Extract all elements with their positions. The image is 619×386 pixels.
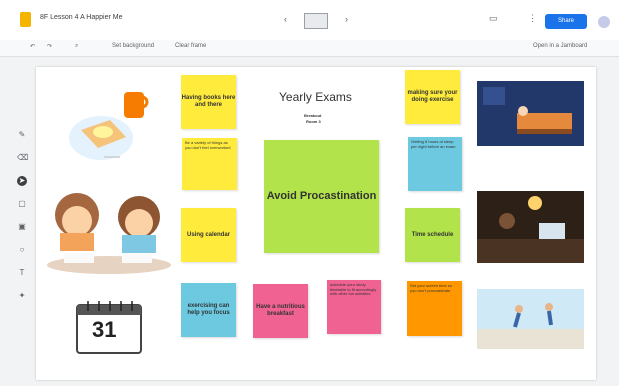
sticky-note-icon[interactable]: ▢ xyxy=(17,199,27,209)
note-time-schedule[interactable]: Time schedule xyxy=(405,208,460,262)
laser-icon[interactable]: ✦ xyxy=(17,291,27,301)
eraser-icon[interactable]: ⌫ xyxy=(17,153,28,163)
previous-frame-icon[interactable]: ‹ xyxy=(284,14,287,24)
board-canvas[interactable]: Yearly Exams Breakout Room 3 31 Having b… xyxy=(36,67,596,380)
note-schedule-study[interactable]: schedule your study timetable to fit acc… xyxy=(327,280,381,334)
select-icon[interactable]: ➤ xyxy=(17,176,27,186)
studying-night-image[interactable] xyxy=(477,191,584,263)
open-jamboard-link[interactable]: Open in a Jamboard xyxy=(533,43,587,49)
note-avoid-procastination[interactable]: Avoid Procastination xyxy=(264,140,379,253)
running-image[interactable] xyxy=(477,289,584,349)
zoom-icon[interactable]: ⌕ xyxy=(75,43,78,50)
board-subtitle-line1: Breakout xyxy=(304,113,322,118)
sleeping-image[interactable] xyxy=(477,81,584,146)
title-bar: 8F Lesson 4 A Happier Me ‹ › ▭ ⋮ Share xyxy=(0,0,619,40)
board-title: Yearly Exams xyxy=(279,90,352,104)
text-box-icon[interactable]: T xyxy=(17,268,27,278)
avatar[interactable] xyxy=(598,16,610,28)
share-button[interactable]: Share xyxy=(545,14,587,29)
jamboard-logo-icon xyxy=(20,12,31,27)
next-frame-icon[interactable]: › xyxy=(345,14,348,24)
calendar-image[interactable]: 31 xyxy=(74,301,144,357)
toolbar: ↶ ↷ ⌕ Set background Clear frame Open in… xyxy=(0,40,619,57)
board-subtitle-line2: Room 3 xyxy=(306,119,321,124)
document-title[interactable]: 8F Lesson 4 A Happier Me xyxy=(40,14,123,21)
note-exercising[interactable]: exercising can help you focus xyxy=(181,283,236,337)
breakfast-image[interactable] xyxy=(56,86,151,166)
note-making-sure[interactable]: making sure your doing exercise xyxy=(405,70,460,124)
pen-icon[interactable]: ✎ xyxy=(17,130,27,140)
clear-frame-button[interactable]: Clear frame xyxy=(175,43,206,49)
set-background-button[interactable]: Set background xyxy=(112,43,154,49)
note-having-books[interactable]: Having books here and there xyxy=(181,75,236,129)
kids-studying-image[interactable] xyxy=(44,185,174,278)
note-nutritious-breakfast[interactable]: Have a nutritious breakfast xyxy=(253,284,308,338)
circle-icon[interactable]: ○ xyxy=(17,245,27,255)
note-set-alarm[interactable]: Set your screen time so you don't procra… xyxy=(407,281,462,336)
redo-icon[interactable]: ↷ xyxy=(47,43,52,50)
present-icon[interactable]: ▭ xyxy=(489,13,498,24)
calendar-number: 31 xyxy=(92,317,117,342)
side-toolbar: ✎ ⌫ ➤ ▢ ▣ ○ T ✦ xyxy=(17,130,31,314)
undo-icon[interactable]: ↶ xyxy=(30,43,35,50)
note-using-calendar[interactable]: Using calendar xyxy=(181,208,236,262)
frame-thumbnail[interactable] xyxy=(304,13,328,29)
note-getting-sleep[interactable]: Getting 8 hours of sleep per night befor… xyxy=(408,137,462,191)
more-options-icon[interactable]: ⋮ xyxy=(528,13,537,24)
image-icon[interactable]: ▣ xyxy=(17,222,27,232)
note-be-variety[interactable]: Be a variety of things as you don't feel… xyxy=(182,138,237,190)
